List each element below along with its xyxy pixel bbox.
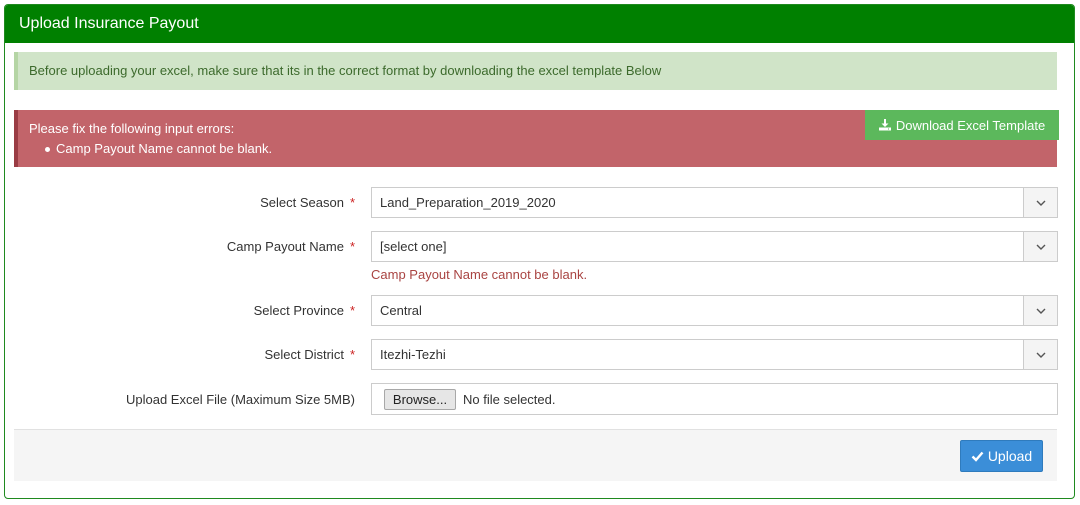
required-marker: * [349, 347, 355, 362]
panel-title: Upload Insurance Payout [5, 5, 1074, 43]
file-upload-label: Upload Excel File (Maximum Size 5MB) [125, 392, 355, 407]
file-upload-input[interactable]: Browse... No file selected. [371, 383, 1058, 415]
file-status: No file selected. [463, 392, 556, 407]
camp-payout-label: Camp Payout Name * [25, 239, 355, 254]
chevron-down-icon [1023, 188, 1057, 217]
download-icon [878, 119, 891, 131]
season-select[interactable]: Land_Preparation_2019_2020 [371, 187, 1058, 218]
camp-payout-select-value: [select one] [380, 239, 447, 254]
browse-button[interactable]: Browse... [384, 389, 456, 410]
download-button-label: Download Excel Template [895, 117, 1046, 133]
district-label: Select District * [25, 347, 355, 362]
error-alert-title: Please fix the following input errors: [29, 121, 235, 136]
required-marker: * [349, 239, 355, 254]
camp-payout-label-text: Camp Payout Name [226, 239, 344, 254]
download-excel-template-button[interactable]: Download Excel Template [865, 110, 1059, 140]
district-select[interactable]: Itezhi-Tezhi [371, 339, 1058, 370]
province-select[interactable]: Central [371, 295, 1058, 326]
camp-payout-error: Camp Payout Name cannot be blank. [371, 267, 588, 282]
required-marker: * [349, 195, 355, 210]
check-icon [971, 451, 984, 462]
form-footer: Upload [14, 429, 1057, 481]
required-marker: * [349, 303, 355, 318]
upload-button-label: Upload [987, 448, 1033, 464]
chevron-down-icon [1023, 232, 1057, 261]
district-label-text: Select District [264, 347, 344, 362]
district-select-value: Itezhi-Tezhi [380, 347, 446, 362]
upload-button[interactable]: Upload [960, 440, 1043, 472]
province-select-value: Central [380, 303, 422, 318]
info-alert: Before uploading your excel, make sure t… [14, 52, 1057, 90]
chevron-down-icon [1023, 296, 1057, 325]
season-label: Select Season * [25, 195, 355, 210]
province-label: Select Province * [25, 303, 355, 318]
camp-payout-select[interactable]: [select one] [371, 231, 1058, 262]
error-alert-item: Camp Payout Name cannot be blank. [56, 141, 273, 156]
season-select-value: Land_Preparation_2019_2020 [380, 195, 556, 210]
chevron-down-icon [1023, 340, 1057, 369]
province-label-text: Select Province [253, 303, 344, 318]
bullet-icon [45, 147, 50, 152]
season-label-text: Select Season [260, 195, 344, 210]
